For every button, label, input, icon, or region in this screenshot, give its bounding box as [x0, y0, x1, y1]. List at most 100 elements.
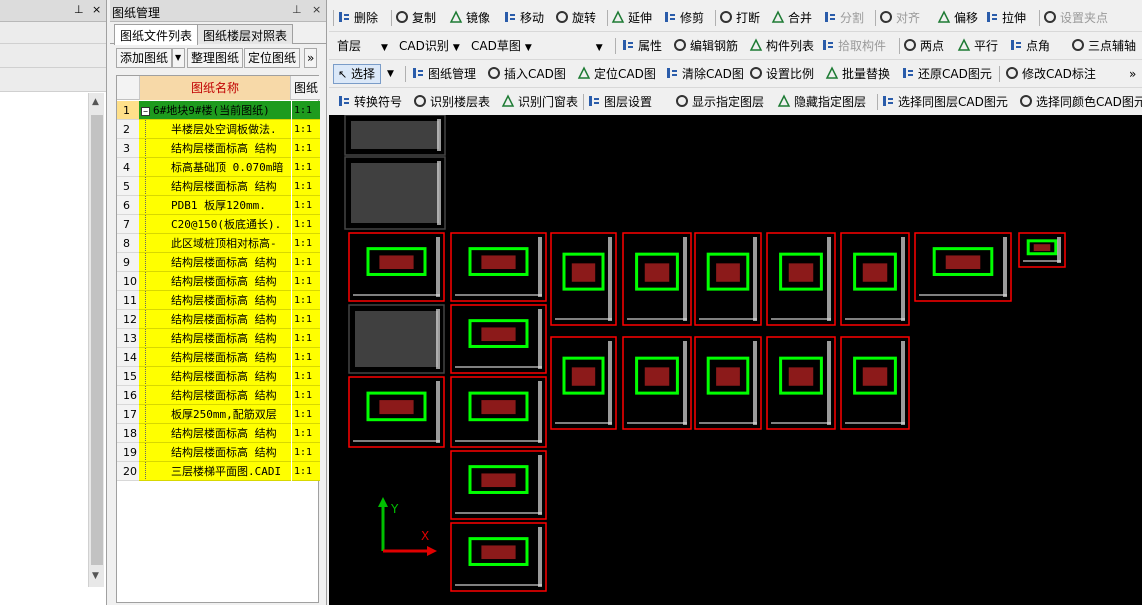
close-icon[interactable]: × — [92, 3, 101, 16]
point-angle-button[interactable]: 点角 — [1009, 37, 1050, 55]
mirror-button[interactable]: 镜像 — [449, 9, 490, 27]
table-row[interactable]: 17 板厚250mm,配筋双层 1:1 — [117, 405, 320, 424]
drawing-name-cell[interactable]: C20@150(板底通长). — [139, 215, 291, 234]
vertical-scrollbar[interactable]: ▲ ▼ — [88, 93, 104, 587]
offset-button[interactable]: 偏移 — [937, 9, 978, 27]
table-row[interactable]: 7 C20@150(板底通长). 1:1 — [117, 215, 320, 234]
drawing-scale-cell[interactable]: 1:1 — [292, 367, 320, 386]
drawing-name-cell[interactable]: 结构层楼面标高 结构 — [139, 348, 291, 367]
drawing-scale-cell[interactable]: 1:1 — [292, 139, 320, 158]
edit-rebar-button[interactable]: 编辑钢筋 — [673, 37, 738, 55]
drawing-scale-cell[interactable]: 1:1 — [292, 120, 320, 139]
drawing-scale-cell[interactable]: 1:1 — [292, 443, 320, 462]
table-row[interactable]: 15 结构层楼面标高 结构 1:1 — [117, 367, 320, 386]
hide-layer-button[interactable]: 隐藏指定图层 — [777, 93, 866, 111]
drawing-scale-cell[interactable]: 1:1 — [292, 329, 320, 348]
more-button[interactable]: » — [304, 48, 318, 68]
drawing-scale-cell[interactable]: 1:1 — [292, 348, 320, 367]
cad-drawing[interactable]: YX — [329, 115, 1142, 605]
drawing-name-cell[interactable]: 标高基础顶 0.070m暗 — [139, 158, 291, 177]
drawing-name-cell[interactable]: 结构层楼面标高 结构 — [139, 329, 291, 348]
drawing-name-cell[interactable]: PDB1 板厚120mm. — [139, 196, 291, 215]
three-point-axis-button[interactable]: 三点辅轴 — [1071, 37, 1136, 55]
pin-icon[interactable]: ⊥ — [74, 3, 84, 16]
scroll-down-icon[interactable]: ▼ — [92, 571, 99, 581]
table-row[interactable]: 20 三层楼梯平面图.CADI 1:1 — [117, 462, 320, 481]
set-grip-button[interactable]: 设置夹点 — [1043, 9, 1108, 27]
drawing-scale-cell[interactable]: 1:1 — [292, 253, 320, 272]
mode-select[interactable]: CAD识别 ▼ — [399, 37, 460, 55]
drawing-scale-cell[interactable]: 1:1 — [292, 215, 320, 234]
select-same-color-button[interactable]: 选择同颜色CAD图元 — [1019, 93, 1142, 111]
drawing-scale-cell[interactable]: 1:1 — [292, 272, 320, 291]
drawing-manager-button[interactable]: 图纸管理 — [411, 65, 476, 83]
modify-cad-dim-button[interactable]: 修改CAD标注 — [1005, 65, 1096, 83]
collapse-icon[interactable]: − — [141, 106, 150, 116]
layer-settings-button[interactable]: 图层设置 — [587, 93, 652, 111]
extend-button[interactable]: 延伸 — [611, 9, 652, 27]
drawing-name-cell[interactable]: 结构层楼面标高 结构 — [139, 291, 291, 310]
table-row[interactable]: 10 结构层楼面标高 结构 1:1 — [117, 272, 320, 291]
two-point-button[interactable]: 两点 — [903, 37, 944, 55]
more-toolbar-button[interactable]: » — [1129, 65, 1136, 83]
pin-icon[interactable]: ⊥ — [292, 3, 302, 16]
table-row[interactable]: 16 结构层楼面标高 结构 1:1 — [117, 386, 320, 405]
table-row[interactable]: 11 结构层楼面标高 结构 1:1 — [117, 291, 320, 310]
properties-button[interactable]: 属性 — [621, 37, 662, 55]
drawing-scale-cell[interactable]: 1:1 — [292, 101, 320, 120]
set-scale-button[interactable]: 设置比例 — [749, 65, 814, 83]
drawing-scale-cell[interactable]: 1:1 — [292, 291, 320, 310]
table-row[interactable]: 2 半楼层处空调板做法. 1:1 — [117, 120, 320, 139]
drawing-scale-cell[interactable]: 1:1 — [292, 234, 320, 253]
drawing-scale-cell[interactable]: 1:1 — [292, 386, 320, 405]
chevron-down-icon[interactable]: ▼ — [387, 65, 394, 83]
table-row[interactable]: 13 结构层楼面标高 结构 1:1 — [117, 329, 320, 348]
tab-drawing-file-list[interactable]: 图纸文件列表 — [114, 24, 199, 45]
drawing-name-cell[interactable]: 板厚250mm,配筋双层 — [139, 405, 291, 424]
trim-button[interactable]: 修剪 — [663, 9, 704, 27]
drawing-name-cell[interactable]: −6#地块9#楼(当前图纸) — [139, 101, 291, 120]
table-row[interactable]: 12 结构层楼面标高 结构 1:1 — [117, 310, 320, 329]
delete-button[interactable]: 删除 — [337, 9, 378, 27]
clear-cad-button[interactable]: 清除CAD图 — [665, 65, 744, 83]
table-row[interactable]: 4 标高基础顶 0.070m暗 1:1 — [117, 158, 320, 177]
table-row[interactable]: 8 此区域桩顶相对标高- 1:1 — [117, 234, 320, 253]
copy-button[interactable]: 复制 — [395, 9, 436, 27]
sub-mode-select[interactable]: CAD草图 ▼ ▼ — [471, 37, 607, 55]
table-row[interactable]: 6 PDB1 板厚120mm. 1:1 — [117, 196, 320, 215]
select-same-layer-button[interactable]: 选择同图层CAD图元 — [881, 93, 1008, 111]
insert-cad-button[interactable]: 插入CAD图 — [487, 65, 566, 83]
restore-cad-button[interactable]: 还原CAD图元 — [901, 65, 992, 83]
drawing-name-cell[interactable]: 结构层楼面标高 结构 — [139, 177, 291, 196]
break-button[interactable]: 打断 — [719, 9, 760, 27]
drawing-name-cell[interactable]: 此区域桩顶相对标高- — [139, 234, 291, 253]
drawing-name-cell[interactable]: 结构层楼面标高 结构 — [139, 386, 291, 405]
column-drawing-name[interactable]: 图纸名称 — [139, 76, 291, 100]
add-drawing-dropdown-icon[interactable]: ▼ — [172, 48, 185, 68]
scrollbar-thumb[interactable] — [91, 115, 103, 565]
batch-replace-button[interactable]: 批量替换 — [825, 65, 890, 83]
drawing-scale-cell[interactable]: 1:1 — [292, 196, 320, 215]
table-row[interactable]: 3 结构层楼面标高 结构 1:1 — [117, 139, 320, 158]
move-button[interactable]: 移动 — [503, 9, 544, 27]
locate-drawing-button[interactable]: 定位图纸 — [244, 48, 301, 68]
drawing-scale-cell[interactable]: 1:1 — [292, 424, 320, 443]
parallel-button[interactable]: 平行 — [957, 37, 998, 55]
drawing-name-cell[interactable]: 结构层楼面标高 结构 — [139, 443, 291, 462]
merge-button[interactable]: 合并 — [771, 9, 812, 27]
drawing-scale-cell[interactable]: 1:1 — [292, 310, 320, 329]
drawing-name-cell[interactable]: 三层楼梯平面图.CADI — [139, 462, 291, 481]
cad-canvas[interactable]: YX — [329, 115, 1142, 605]
scroll-up-icon[interactable]: ▲ — [92, 97, 99, 107]
identify-floor-table-button[interactable]: 识别楼层表 — [413, 93, 490, 111]
add-drawing-button[interactable]: 添加图纸 — [116, 48, 173, 68]
table-row[interactable]: 5 结构层楼面标高 结构 1:1 — [117, 177, 320, 196]
organize-drawing-button[interactable]: 整理图纸 — [187, 48, 244, 68]
table-row[interactable]: 18 结构层楼面标高 结构 1:1 — [117, 424, 320, 443]
locate-cad-button[interactable]: 定位CAD图 — [577, 65, 656, 83]
column-drawing-scale[interactable]: 图纸 — [292, 76, 320, 100]
pick-component-button[interactable]: 拾取构件 — [821, 37, 886, 55]
convert-symbol-button[interactable]: 转换符号 — [337, 93, 402, 111]
split-button[interactable]: 分割 — [823, 9, 864, 27]
select-button[interactable]: ↖ 选择 — [333, 64, 381, 84]
